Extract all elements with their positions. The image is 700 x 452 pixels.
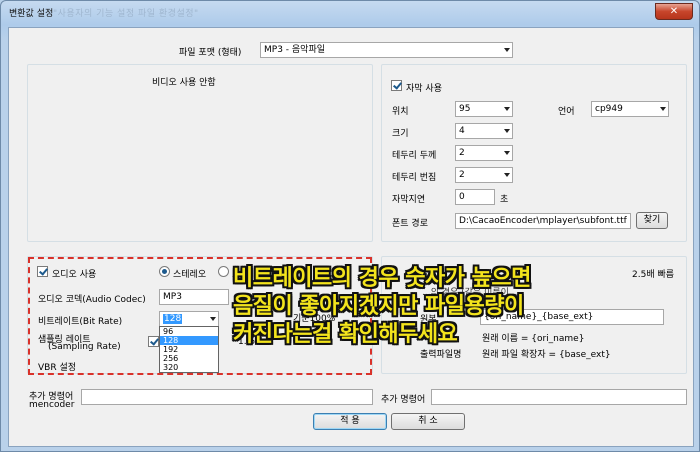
subtitle-group: 자막 사용 위치 95 언어 cp949 크기 4 테두리 두께 2 테두리 번… [381, 64, 687, 242]
subtitle-border-blur-label: 테두리 번짐 [392, 173, 437, 183]
subtitle-border-blur-value: 2 [459, 170, 465, 180]
subtitle-delay-label: 자막지연 [392, 195, 426, 205]
orig-ext-hint: 원래 파일 확장자 = {base_ext} [482, 350, 611, 360]
window-title: 변환값 설정 [9, 9, 54, 19]
annotation-line-3: 커진다는걸 확인해두세요 [233, 322, 458, 347]
extra-command-label-right: 추가 명령어 [381, 395, 426, 405]
file-format-value: MP3 - 음악파일 [264, 45, 326, 55]
subtitle-delay-input[interactable]: 0 [455, 189, 495, 205]
apply-button[interactable]: 적 용 [313, 413, 387, 430]
subtitle-language-select[interactable]: cp949 [591, 101, 669, 117]
subtitle-size-value: 4 [459, 126, 465, 136]
subtitle-font-path-label: 폰트 경로 [392, 219, 428, 229]
subtitle-use-label: 자막 사용 [406, 84, 442, 94]
subtitle-size-label: 크기 [392, 129, 409, 139]
subtitle-language-value: cp949 [595, 104, 623, 114]
subtitle-border-width-label: 테두리 두께 [392, 151, 437, 161]
subtitle-position-select[interactable]: 95 [455, 101, 513, 117]
speed-partial-text: 2.5배 빠름 [632, 270, 675, 280]
file-format-select[interactable]: MP3 - 음악파일 [260, 42, 513, 58]
video-group: 비디오 사용 안함 [27, 64, 373, 242]
cancel-button[interactable]: 취 소 [391, 413, 465, 430]
video-disabled-text: 비디오 사용 안함 [152, 78, 216, 88]
extra-command-sublabel-left: mencoder [29, 400, 75, 410]
subtitle-use-checkbox[interactable] [391, 80, 402, 91]
orig-name-hint: 원래 이름 = {ori_name} [482, 334, 585, 344]
subtitle-border-width-value: 2 [459, 148, 465, 158]
extra-command-input-left[interactable] [81, 389, 373, 405]
chevron-down-icon [504, 107, 510, 111]
chevron-down-icon [504, 48, 510, 52]
window-title-blurred: "사용자의 기능 설정 파일 환경설정" [53, 9, 199, 19]
extra-command-input-right[interactable] [431, 389, 687, 405]
dialog-client-area: 파일 포맷 (형태) MP3 - 음악파일 비디오 사용 안함 자막 사용 위치… [8, 27, 694, 447]
subtitle-delay-unit: 초 [500, 195, 509, 205]
output-partial-label-b: 출력파일명 [420, 350, 462, 360]
subtitle-language-label: 언어 [558, 107, 575, 117]
subtitle-border-blur-select[interactable]: 2 [455, 167, 513, 183]
chevron-down-icon [504, 129, 510, 133]
close-button[interactable]: ✕ [655, 3, 693, 20]
close-icon: ✕ [669, 6, 679, 17]
settings-window: 변환값 설정 "사용자의 기능 설정 파일 환경설정" ✕ 파일 포맷 (형태)… [0, 0, 700, 452]
subtitle-font-path-input[interactable]: D:\CacaoEncoder\mplayer\subfont.ttf [455, 213, 631, 229]
subtitle-position-value: 95 [459, 104, 471, 114]
subtitle-border-width-select[interactable]: 2 [455, 145, 513, 161]
file-format-label: 파일 포맷 (형태) [179, 48, 242, 58]
chevron-down-icon [504, 151, 510, 155]
browse-font-button[interactable]: 찾기 [636, 212, 668, 229]
chevron-down-icon [660, 107, 666, 111]
subtitle-size-select[interactable]: 4 [455, 123, 513, 139]
chevron-down-icon [504, 173, 510, 177]
subtitle-position-label: 위치 [392, 107, 409, 117]
